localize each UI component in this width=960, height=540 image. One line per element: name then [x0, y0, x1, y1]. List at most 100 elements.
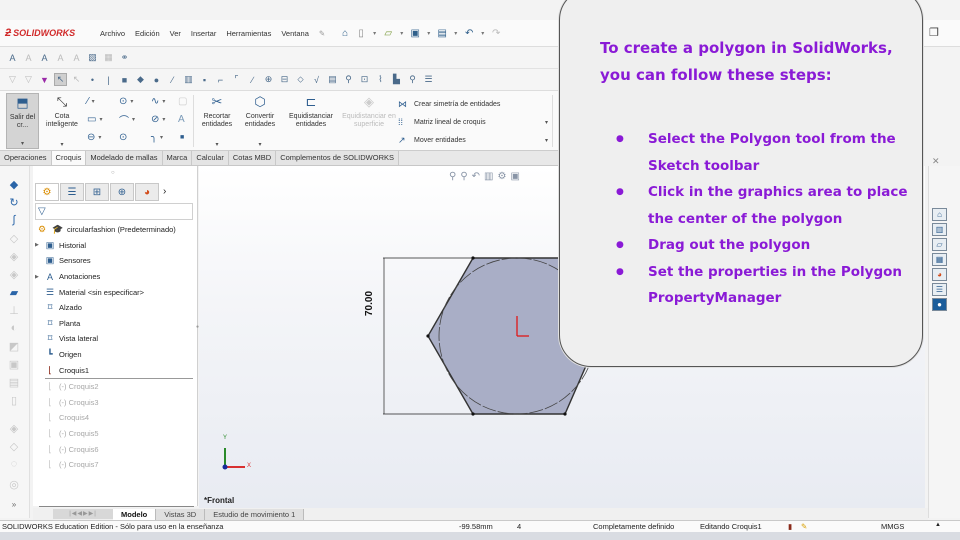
analyze-icon[interactable]: ⚲: [406, 73, 419, 86]
tab-vistas-3d[interactable]: Vistas 3D: [156, 508, 206, 520]
mirror-entities-button[interactable]: ⋈ Crear simetría de entidades: [398, 95, 548, 113]
text-button[interactable]: A: [178, 112, 185, 126]
tab-croquis[interactable]: Croquis: [51, 151, 87, 165]
frame-icon[interactable]: ⊟: [278, 73, 291, 86]
move-entities-button[interactable]: ↗ Mover entidades ▾: [398, 131, 548, 149]
convert-entities-button[interactable]: ⬡ Convertir entidades ▾: [240, 93, 280, 149]
tree-node[interactable]: ⌊ (-) Croquis6: [35, 441, 197, 457]
rebuild-icon[interactable]: ▮: [788, 522, 792, 531]
filter-faces-icon[interactable]: ▼: [38, 73, 51, 86]
measure-icon[interactable]: ⊡: [358, 73, 371, 86]
tree-node[interactable]: ⌊ (-) Croquis5: [35, 426, 197, 442]
feature-tree-tab-icon[interactable]: ⚙: [35, 183, 59, 201]
smart-dimension-button[interactable]: ⤡ Cota inteligente ▾: [42, 93, 82, 149]
tab-cotas-mbd[interactable]: Cotas MBD: [228, 151, 277, 165]
feature-icon[interactable]: ◆: [134, 73, 147, 86]
filter-vertex-icon[interactable]: ▽: [22, 73, 35, 86]
rectangle-button[interactable]: ▭ ▾: [87, 112, 119, 126]
tabs-more-icon[interactable]: ›: [163, 183, 166, 201]
corner-icon[interactable]: ⌜: [230, 73, 243, 86]
tab-modelo[interactable]: Modelo: [113, 508, 157, 520]
sweep-icon[interactable]: ∫: [6, 214, 22, 228]
file-explorer-icon[interactable]: ▱: [932, 238, 947, 251]
display-manager-tab-icon[interactable]: ◕: [135, 183, 159, 201]
restore-window-icon[interactable]: ❐: [929, 26, 939, 39]
table-icon[interactable]: ▤: [326, 73, 339, 86]
hole-icon[interactable]: ⊥: [6, 304, 22, 318]
tab-operaciones[interactable]: Operaciones: [0, 151, 52, 165]
tree-root[interactable]: ⚙ 🎓 circularfashion (Predeterminado): [35, 222, 197, 238]
tab-estudio-movimiento[interactable]: Estudio de movimiento 1: [205, 508, 305, 520]
menu-edicion[interactable]: Edición: [130, 29, 165, 38]
plane-tool-icon[interactable]: ■: [118, 73, 131, 86]
surface-icon[interactable]: ▥: [182, 73, 195, 86]
grid-icon[interactable]: ▦: [102, 51, 115, 64]
cut-icon[interactable]: ◈: [6, 268, 22, 282]
rib-icon[interactable]: ▤: [6, 376, 22, 390]
tree-node[interactable]: ⌑ Alzado: [35, 300, 197, 316]
offset-surface-button[interactable]: ◈ Equidistanciar en superficie: [342, 93, 396, 149]
chamfer-icon[interactable]: ◩: [6, 340, 22, 354]
solid-icon[interactable]: ●: [150, 73, 163, 86]
target-icon[interactable]: ⊕: [262, 73, 275, 86]
shell-icon[interactable]: ▣: [6, 358, 22, 372]
menu-ver[interactable]: Ver: [165, 29, 186, 38]
print-icon[interactable]: ▤: [435, 26, 449, 40]
expand-toolbar-icon[interactable]: »: [6, 500, 22, 514]
graph-icon[interactable]: ⌇: [374, 73, 387, 86]
edge-icon[interactable]: ⌐: [214, 73, 227, 86]
linear-pattern-button[interactable]: ⁞⁞ Matriz lineal de croquis ▾: [398, 113, 548, 131]
dimension-label[interactable]: 70.00: [364, 291, 375, 316]
note-icon[interactable]: A: [6, 51, 19, 64]
tree-node[interactable]: ⌑ Vista lateral: [35, 331, 197, 347]
units-selector[interactable]: MMGS: [881, 522, 904, 531]
resources-icon[interactable]: ⌂: [932, 208, 947, 221]
mirror-feature-icon[interactable]: ◈: [6, 422, 22, 436]
expand-arrow-icon[interactable]: ▶: [35, 274, 43, 280]
tree-node[interactable]: ⌊ Croquis1: [35, 362, 197, 378]
menu-ventana[interactable]: Ventana: [276, 29, 314, 38]
view-palette-icon[interactable]: ▦: [932, 253, 947, 266]
axis-icon[interactable]: |: [102, 73, 115, 86]
units-up-icon[interactable]: ▲: [935, 522, 941, 528]
arc-button[interactable]: ⌒ ▾: [119, 112, 151, 127]
tab-complementos[interactable]: Complementos de SOLIDWORKS: [276, 151, 399, 165]
chart-icon[interactable]: ▙: [390, 73, 403, 86]
dimxpert-tab-icon[interactable]: ⊕: [110, 183, 134, 201]
tree-node[interactable]: ▣ Sensores: [35, 253, 197, 269]
rollback-bar[interactable]: [39, 506, 194, 507]
style-icon[interactable]: A: [70, 51, 83, 64]
close-icon[interactable]: ✕: [932, 156, 940, 167]
select-other-icon[interactable]: ↖: [70, 73, 83, 86]
expand-arrow-icon[interactable]: ▶: [35, 242, 43, 248]
circle-button[interactable]: ⊙ ▾: [119, 94, 151, 108]
extrude-icon[interactable]: ◆: [6, 178, 22, 192]
tree-node[interactable]: ⌊ Croquis4: [35, 410, 197, 426]
draft-icon[interactable]: ▯: [6, 394, 22, 408]
filter-icon[interactable]: ▽: [6, 73, 19, 86]
line-button[interactable]: ⁄ ▾: [87, 94, 119, 108]
plane-feature-icon[interactable]: ▰: [6, 286, 22, 300]
appearances-icon[interactable]: ◕: [932, 268, 947, 281]
select-icon[interactable]: ↖: [54, 73, 67, 86]
point-button[interactable]: ■: [180, 130, 184, 144]
plane-button[interactable]: ▢: [178, 94, 187, 108]
home-icon[interactable]: ⌂: [338, 26, 352, 40]
undo-icon[interactable]: ↶: [462, 26, 476, 40]
boundary-icon[interactable]: ◈: [6, 250, 22, 264]
format-icon[interactable]: A: [54, 51, 67, 64]
configuration-tab-icon[interactable]: ⊞: [85, 183, 109, 201]
check-icon[interactable]: √: [310, 73, 323, 86]
offset-entities-button[interactable]: ⊏ Equidistanciar entidades: [283, 93, 339, 149]
more-features-icon[interactable]: ◎: [6, 478, 22, 492]
tree-filter-input[interactable]: ▽: [35, 203, 193, 220]
trim-entities-button[interactable]: ✂ Recortar entidades ▾: [197, 93, 237, 149]
line-tool-icon[interactable]: ⁄: [166, 73, 179, 86]
loft-icon[interactable]: ◇: [6, 232, 22, 246]
pin-icon[interactable]: ✎: [314, 29, 330, 38]
balloon-icon[interactable]: A: [22, 51, 35, 64]
display-icon[interactable]: ▧: [86, 51, 99, 64]
polygon-button[interactable]: ⊙: [119, 130, 151, 144]
dome-icon[interactable]: ◌: [6, 458, 22, 472]
new-doc-icon[interactable]: ▯: [354, 26, 368, 40]
